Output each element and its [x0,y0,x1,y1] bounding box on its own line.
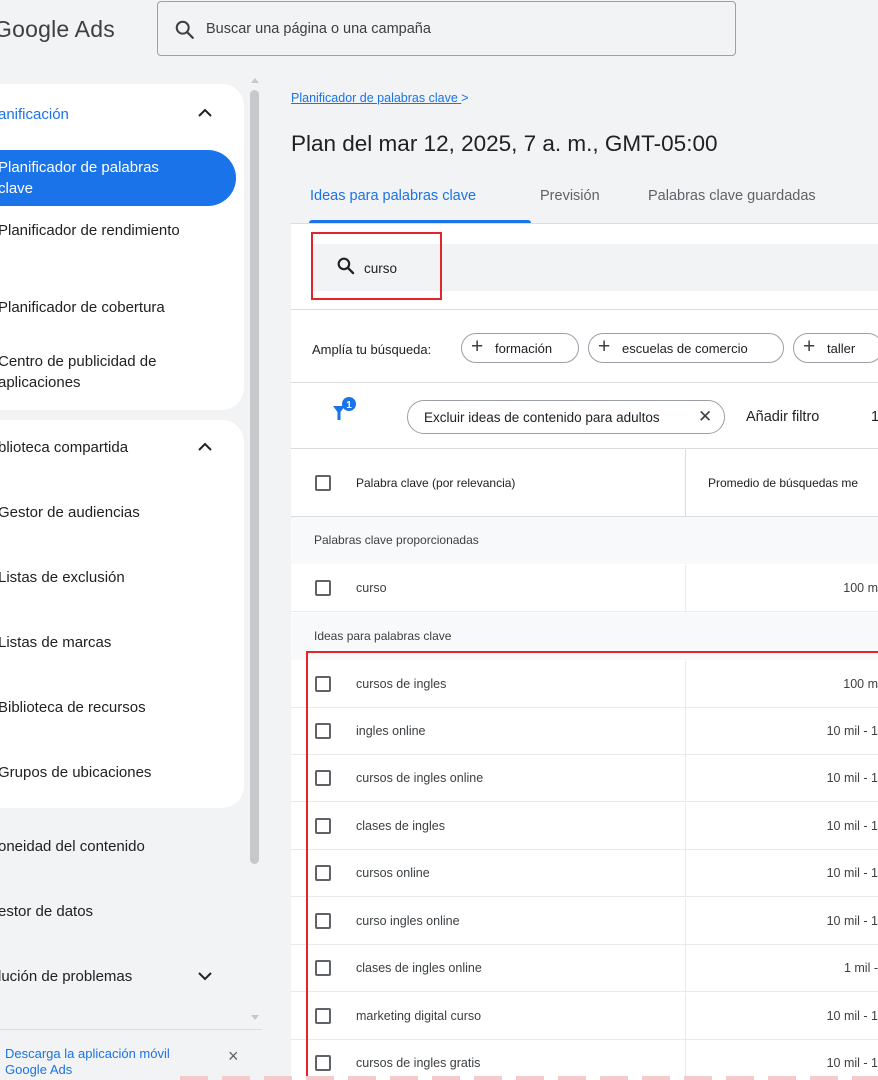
chevron-right-icon: > [461,91,469,105]
sidebar-section-planning[interactable]: anificación [0,104,69,125]
divider [291,448,878,449]
divider [291,309,878,310]
add-filter-button[interactable]: Añadir filtro [746,409,819,425]
row-divider [291,611,878,612]
sidebar-item-exclusion-lists[interactable]: Listas de exclusión [0,567,125,588]
global-search-input[interactable]: Buscar una página o una campaña [157,1,736,56]
keyword-cell: curso [356,581,387,595]
chevron-up-icon[interactable] [197,442,213,452]
filter-icon[interactable]: 1 [331,397,359,425]
plus-icon: + [471,335,484,358]
plus-icon: + [598,335,611,358]
highlight-box-ideas [306,651,878,1080]
chevron-down-icon[interactable] [197,971,213,981]
page-title: Plan del mar 12, 2025, 7 a. m., GMT-05:0… [291,131,718,156]
exclude-adult-ideas-chip[interactable]: Excluir ideas de contenido para adultos … [407,400,725,434]
broaden-search-label: Amplía tu búsqueda: [312,342,432,357]
broaden-chip-taller[interactable]: + taller [793,333,878,363]
top-bar: Google Ads Buscar una página o una campa… [0,0,878,60]
highlight-dashes [180,1076,878,1080]
tab-keyword-ideas[interactable]: Ideas para palabras clave [310,188,476,204]
scroll-up-arrow[interactable] [251,78,259,83]
column-header-keyword[interactable]: Palabra clave (por relevancia) [356,476,515,490]
sidebar-item-content-suitability[interactable]: oneidad del contenido [0,836,145,857]
group-header-provided: Palabras clave proporcionadas [291,517,878,564]
highlight-box-search [311,232,442,300]
plus-icon: + [803,335,816,358]
results-count-truncated: 1 [871,409,878,425]
close-icon[interactable]: × [228,1046,239,1067]
tab-forecast[interactable]: Previsión [540,188,600,204]
broaden-chip-formacion[interactable]: + formación [461,333,579,363]
sidebar-item-placement-groups[interactable]: Grupos de ubicaciones [0,762,151,783]
chevron-up-icon[interactable] [197,108,213,118]
sidebar-item-brand-lists[interactable]: Listas de marcas [0,632,111,653]
select-all-checkbox[interactable] [315,475,331,491]
tab-divider [291,223,878,224]
scroll-down-arrow[interactable] [251,1015,259,1020]
sidebar-item-label: Planificador de palabras clave [0,159,159,197]
sidebar-item-data-manager[interactable]: estor de datos [0,901,93,922]
sidebar-item-performance-planner[interactable]: Planificador de rendimiento [0,220,198,241]
divider [291,382,878,383]
row-checkbox[interactable] [315,580,331,596]
avg-searches-cell: 100 m [843,581,878,595]
close-icon[interactable]: ✕ [698,407,712,427]
group-label: Palabras clave proporcionadas [314,533,479,547]
sidebar-item-troubleshooting[interactable]: lución de problemas [0,966,132,987]
sidebar-item-app-advertising-hub[interactable]: Centro de publicidad de aplicaciones [0,351,198,393]
scrollbar-thumb[interactable] [250,90,259,864]
breadcrumb[interactable]: Planificador de palabras clave > [291,91,469,105]
sidebar-item-keyword-planner[interactable]: Planificador de palabras clave [0,150,236,206]
search-placeholder: Buscar una página o una campaña [206,21,431,37]
sidebar-shared-library-card [0,420,244,808]
broaden-chip-escuelas-de-comercio[interactable]: + escuelas de comercio [588,333,784,363]
search-icon [175,20,194,39]
chip-label: taller [827,341,856,356]
chip-label: Excluir ideas de contenido para adultos [424,410,660,425]
column-divider[interactable] [685,449,686,516]
sidebar-item-asset-library[interactable]: Biblioteca de recursos [0,697,146,718]
group-label: Ideas para palabras clave [314,629,452,643]
tab-saved-keywords[interactable]: Palabras clave guardadas [648,188,816,204]
sidebar-item-reach-planner[interactable]: Planificador de cobertura [0,297,208,318]
breadcrumb-link[interactable]: Planificador de palabras clave [291,91,458,105]
chip-label: escuelas de comercio [622,341,748,356]
column-divider [685,565,686,612]
google-ads-logo[interactable]: Google Ads [0,16,115,43]
filter-count-badge: 1 [346,400,352,411]
sidebar-scrollbar[interactable] [248,78,262,1020]
sidebar-section-shared-library[interactable]: blioteca compartida [0,437,128,458]
sidebar-item-audience-manager[interactable]: Gestor de audiencias [0,502,140,523]
mobile-app-promo-link[interactable]: Descarga la aplicación móvil Google Ads [5,1046,215,1078]
chip-label: formación [495,341,553,356]
sidebar-divider [0,1029,262,1030]
table-row[interactable]: curso 100 m [291,565,878,612]
column-header-avg-searches[interactable]: Promedio de búsquedas me [708,476,858,490]
